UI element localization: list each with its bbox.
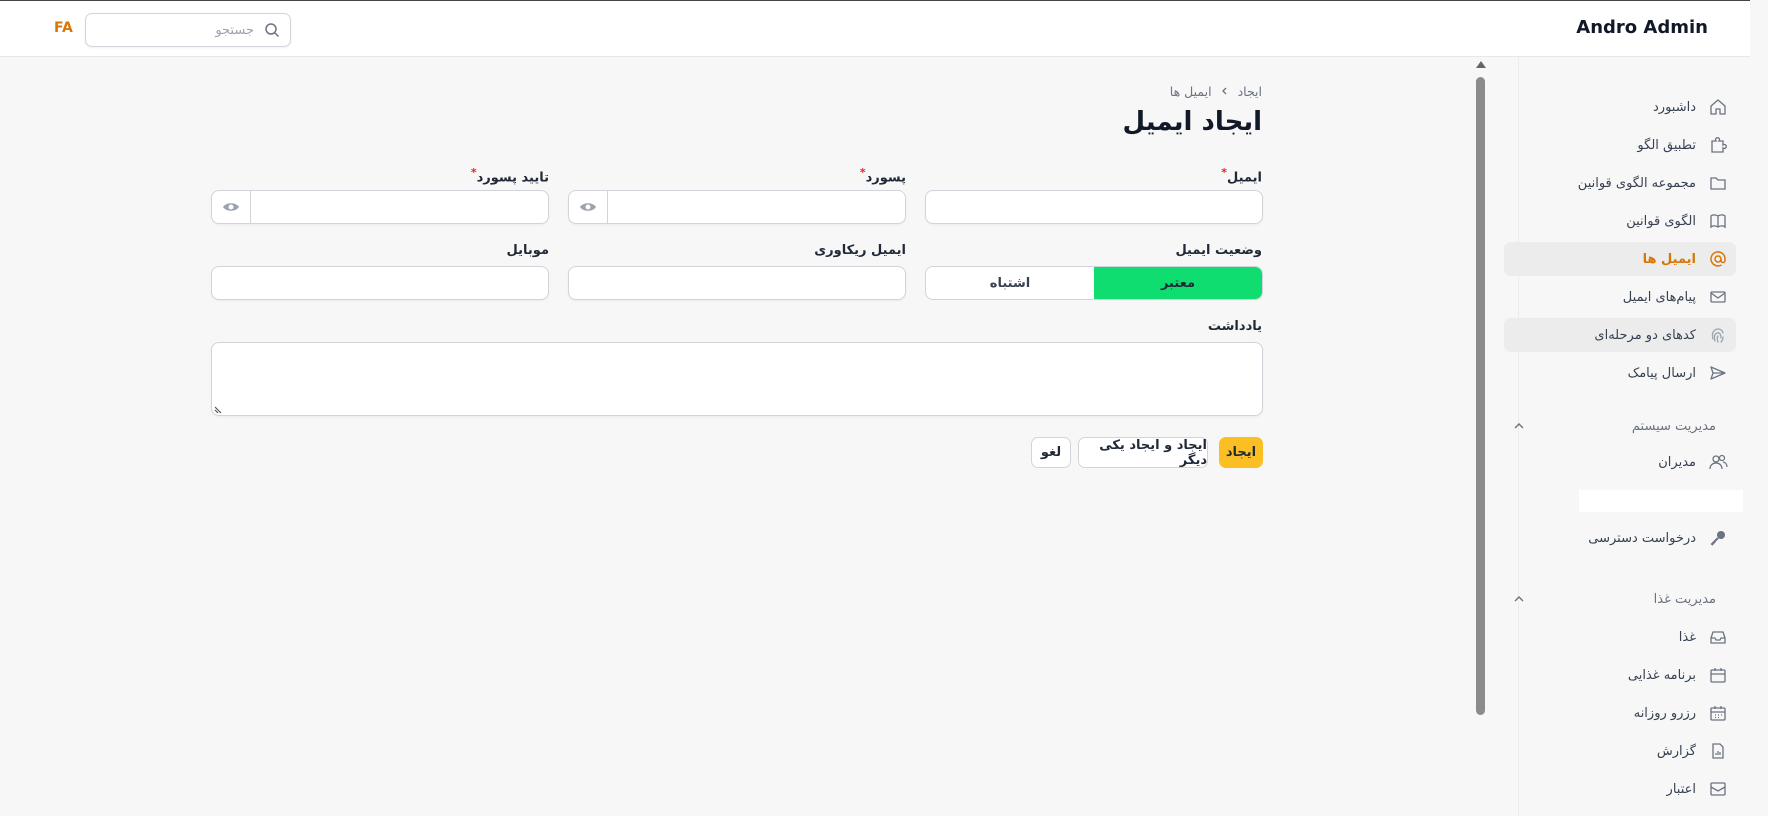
calendar-days-icon bbox=[1708, 703, 1728, 723]
sidebar-item-label: گزارش bbox=[1656, 743, 1696, 759]
sidebar: داشبورد تطبیق الگو مجموعه الگوی قوانین ا… bbox=[1504, 57, 1768, 816]
sidebar-item-label: ایمیل ها bbox=[1642, 251, 1696, 267]
envelope-icon bbox=[1708, 287, 1728, 307]
key-icon bbox=[1708, 528, 1728, 548]
sidebar-item-label: ارسال پیامک bbox=[1627, 365, 1696, 381]
sidebar-item-food[interactable]: غذا bbox=[1504, 620, 1736, 654]
note-textarea[interactable] bbox=[211, 342, 1263, 416]
status-option-valid[interactable]: معتبر bbox=[1094, 267, 1262, 299]
resize-handle-icon[interactable] bbox=[214, 403, 224, 414]
group-title: مدیریت سیستم bbox=[1631, 418, 1716, 434]
top-bar: Andro Admin FA bbox=[0, 0, 1750, 57]
sidebar-item-access-request[interactable]: درخواست دسترسی bbox=[1504, 521, 1736, 555]
chevron-up-icon[interactable] bbox=[1512, 419, 1526, 433]
mobile-label: موبایل bbox=[506, 243, 549, 258]
blank-sidebar-item bbox=[1579, 490, 1743, 512]
cancel-button[interactable]: لغو bbox=[1031, 437, 1071, 468]
send-icon bbox=[1708, 363, 1728, 383]
email-status-toggle[interactable]: معتبر اشتباه bbox=[925, 266, 1263, 300]
group-food-management[interactable]: مدیریت غذا bbox=[1504, 584, 1736, 614]
sidebar-item-daily-reservation[interactable]: رزرو روزانه bbox=[1504, 696, 1736, 730]
search-box[interactable] bbox=[85, 13, 291, 47]
scroll-up-arrow[interactable] bbox=[1476, 61, 1486, 68]
fingerprint-icon bbox=[1708, 325, 1728, 345]
create-button[interactable]: ایجاد bbox=[1219, 437, 1263, 468]
sidebar-item-pattern-match[interactable]: تطبیق الگو bbox=[1504, 128, 1736, 162]
mobile-field[interactable] bbox=[211, 266, 549, 300]
sidebar-item-rule-pattern-set[interactable]: مجموعه الگوی قوانین bbox=[1504, 166, 1736, 200]
at-sign-icon bbox=[1708, 249, 1728, 269]
sidebar-item-send-sms[interactable]: ارسال پیامک bbox=[1504, 356, 1736, 390]
sidebar-item-email-messages[interactable]: پیام‌های ایمیل bbox=[1504, 280, 1736, 314]
recovery-email-field[interactable] bbox=[568, 266, 906, 300]
sidebar-item-emails[interactable]: ایمیل ها bbox=[1504, 242, 1736, 276]
sidebar-item-admins[interactable]: مدیران bbox=[1504, 445, 1736, 479]
sidebar-item-label: الگوی قوانین bbox=[1626, 213, 1696, 229]
sidebar-item-label: غذا bbox=[1678, 629, 1696, 645]
sidebar-item-rule-pattern[interactable]: الگوی قوانین bbox=[1504, 204, 1736, 238]
breadcrumb-parent-link[interactable]: ایمیل ها bbox=[1170, 84, 1212, 99]
search-input[interactable] bbox=[94, 14, 254, 46]
scroll-thumb[interactable] bbox=[1476, 77, 1485, 715]
password-field[interactable] bbox=[568, 190, 906, 224]
credit-icon bbox=[1708, 779, 1728, 799]
sidebar-item-label: کدهای دو مرحله‌ای bbox=[1594, 327, 1696, 343]
sidebar-item-report[interactable]: گزارش bbox=[1504, 734, 1736, 768]
main-scrollbar[interactable] bbox=[1474, 57, 1488, 816]
status-option-invalid[interactable]: اشتباه bbox=[926, 267, 1094, 299]
folder-icon bbox=[1708, 173, 1728, 193]
email-field[interactable] bbox=[925, 190, 1263, 224]
sidebar-item-label: مدیران bbox=[1658, 454, 1696, 470]
group-system-management[interactable]: مدیریت سیستم bbox=[1504, 411, 1736, 441]
search-icon bbox=[264, 22, 280, 38]
sidebar-item-label: مجموعه الگوی قوانین bbox=[1577, 175, 1696, 191]
sidebar-item-credit[interactable]: اعتبار bbox=[1504, 772, 1736, 806]
sidebar-item-label: اعتبار bbox=[1666, 781, 1696, 797]
page-title: ایجاد ایمیل bbox=[1122, 107, 1263, 137]
sidebar-item-label: تطبیق الگو bbox=[1637, 137, 1696, 153]
language-switch[interactable]: FA bbox=[54, 20, 73, 36]
email-status-label: وضعیت ایمیل bbox=[1175, 243, 1262, 258]
email-label: ایمیل* bbox=[1221, 166, 1262, 186]
chevron-up-icon[interactable] bbox=[1512, 592, 1526, 606]
sidebar-item-dashboard[interactable]: داشبورد bbox=[1504, 90, 1736, 124]
brand-logo[interactable]: Andro Admin bbox=[1576, 17, 1708, 38]
confirm-password-field[interactable] bbox=[211, 190, 549, 224]
puzzle-icon bbox=[1708, 135, 1728, 155]
users-icon bbox=[1708, 452, 1728, 472]
breadcrumb-current: ایجاد bbox=[1237, 84, 1262, 99]
sidebar-item-label: داشبورد bbox=[1653, 99, 1696, 115]
note-label: یادداشت bbox=[1207, 319, 1262, 334]
group-title: مدیریت غذا bbox=[1653, 591, 1716, 607]
sidebar-item-label: برنامه غذایی bbox=[1627, 667, 1696, 683]
home-icon bbox=[1708, 97, 1728, 117]
report-icon bbox=[1708, 741, 1728, 761]
password-label: پسورد* bbox=[859, 166, 906, 186]
sidebar-item-meal-plan[interactable]: برنامه غذایی bbox=[1504, 658, 1736, 692]
sidebar-item-label: درخواست دسترسی bbox=[1588, 530, 1696, 546]
sidebar-item-two-factor-codes[interactable]: کدهای دو مرحله‌ای bbox=[1504, 318, 1736, 352]
sidebar-item-label: رزرو روزانه bbox=[1633, 705, 1696, 721]
breadcrumb: ایمیل ها ایجاد bbox=[1170, 84, 1262, 99]
sidebar-item-label: پیام‌های ایمیل bbox=[1622, 289, 1696, 305]
recovery-email-label: ایمیل ریکاوری bbox=[814, 243, 906, 258]
create-another-button[interactable]: ایجاد و ایجاد یکی دیگر bbox=[1078, 437, 1208, 468]
book-icon bbox=[1708, 211, 1728, 231]
confirm-password-label: تایید پسورد* bbox=[470, 166, 549, 186]
eye-icon[interactable] bbox=[569, 191, 608, 223]
calendar-icon bbox=[1708, 665, 1728, 685]
inbox-icon bbox=[1708, 627, 1728, 647]
eye-icon[interactable] bbox=[212, 191, 251, 223]
chevron-left-icon bbox=[1220, 84, 1230, 99]
